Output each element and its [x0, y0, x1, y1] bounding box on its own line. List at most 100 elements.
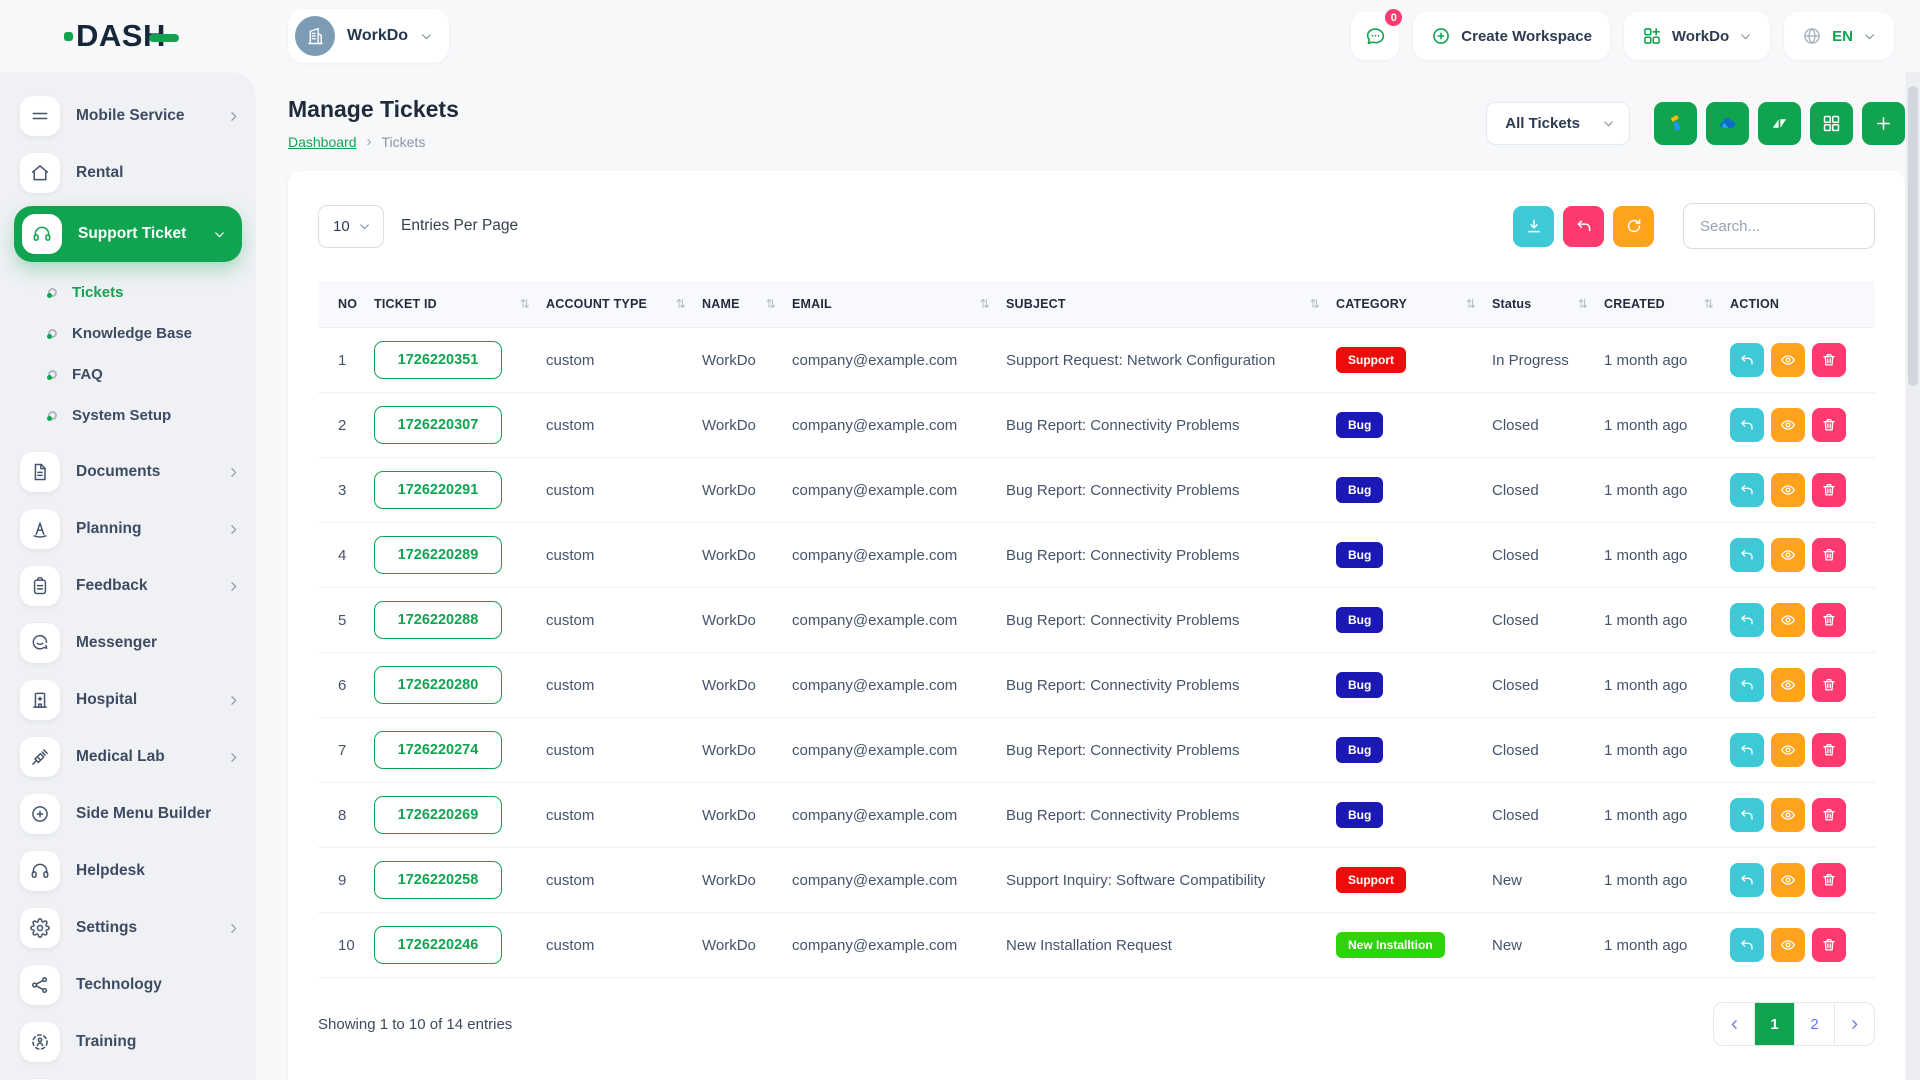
- delete-button[interactable]: [1812, 473, 1846, 507]
- grid-view-button[interactable]: [1810, 102, 1853, 145]
- delete-button[interactable]: [1812, 603, 1846, 637]
- pagination-page-2[interactable]: 2: [1794, 1003, 1834, 1045]
- column-header-status[interactable]: Status⇅: [1492, 281, 1604, 328]
- reply-button[interactable]: [1730, 603, 1764, 637]
- pagination-prev-button[interactable]: [1714, 1003, 1754, 1045]
- workspace-selector[interactable]: WorkDo: [288, 9, 449, 63]
- sidebar-subitem-faq[interactable]: FAQ: [0, 354, 256, 395]
- sidebar-item-documents[interactable]: Documents: [0, 445, 256, 499]
- app-switcher-button[interactable]: WorkDo: [1624, 12, 1770, 60]
- delete-button[interactable]: [1812, 343, 1846, 377]
- ticket-id-button[interactable]: 1726220288: [374, 601, 502, 639]
- pagination-next-button[interactable]: [1834, 1003, 1874, 1045]
- delete-button[interactable]: [1812, 668, 1846, 702]
- add-ticket-button[interactable]: [1862, 102, 1905, 145]
- sidebar-item-hospital[interactable]: Hospital: [0, 673, 256, 727]
- reply-button[interactable]: [1730, 408, 1764, 442]
- ticket-id-button[interactable]: 1726220351: [374, 341, 502, 379]
- sidebar-item-training[interactable]: Training: [0, 1015, 256, 1069]
- sort-icon: ⇅: [980, 297, 990, 311]
- ticket-id-button[interactable]: 1726220307: [374, 406, 502, 444]
- reply-button[interactable]: [1730, 798, 1764, 832]
- sidebar-item-helpdesk[interactable]: Helpdesk: [0, 844, 256, 898]
- view-button[interactable]: [1771, 473, 1805, 507]
- sidebar-item-medical-lab[interactable]: Medical Lab: [0, 730, 256, 784]
- pagination-page-1[interactable]: 1: [1754, 1003, 1794, 1045]
- file-icon: [20, 452, 60, 492]
- search-input[interactable]: [1683, 203, 1875, 249]
- view-button[interactable]: [1771, 668, 1805, 702]
- view-button[interactable]: [1771, 408, 1805, 442]
- column-header-ticket-id[interactable]: TICKET ID⇅: [374, 281, 546, 328]
- sidebar-item-side-menu-builder[interactable]: Side Menu Builder: [0, 787, 256, 841]
- delete-button[interactable]: [1812, 863, 1846, 897]
- sidebar-item-messenger[interactable]: Messenger: [0, 616, 256, 670]
- plus-circle-icon: [20, 794, 60, 834]
- reply-button[interactable]: [1730, 928, 1764, 962]
- view-button[interactable]: [1771, 343, 1805, 377]
- ticket-id-button[interactable]: 1726220280: [374, 666, 502, 704]
- export-button[interactable]: [1513, 206, 1554, 247]
- create-workspace-button[interactable]: Create Workspace: [1413, 12, 1610, 60]
- reply-button[interactable]: [1730, 473, 1764, 507]
- ticket-id-button[interactable]: 1726220291: [374, 471, 502, 509]
- column-header-category[interactable]: CATEGORY⇅: [1336, 281, 1492, 328]
- trash-icon: [1821, 612, 1837, 628]
- column-header-email[interactable]: EMAIL⇅: [792, 281, 1006, 328]
- refresh-button[interactable]: [1613, 206, 1654, 247]
- delete-button[interactable]: [1812, 928, 1846, 962]
- sidebar-item-rental[interactable]: Rental: [0, 146, 256, 200]
- sidebar-item-technology[interactable]: Technology: [0, 958, 256, 1012]
- messages-button[interactable]: 0: [1351, 12, 1399, 60]
- column-header-name[interactable]: NAME⇅: [702, 281, 792, 328]
- onedrive-button[interactable]: [1706, 102, 1749, 145]
- sidebar-item-mobile-service[interactable]: Mobile Service: [0, 89, 256, 143]
- language-selector[interactable]: EN: [1784, 12, 1894, 60]
- row-number: 5: [318, 588, 374, 653]
- google-adsense-button[interactable]: [1654, 102, 1697, 145]
- column-header-account-type[interactable]: ACCOUNT TYPE⇅: [546, 281, 702, 328]
- reply-button[interactable]: [1730, 733, 1764, 767]
- delete-button[interactable]: [1812, 408, 1846, 442]
- column-header-created[interactable]: CREATED⇅: [1604, 281, 1730, 328]
- sidebar-item-settings[interactable]: Settings: [0, 901, 256, 955]
- view-button[interactable]: [1771, 798, 1805, 832]
- ticket-id-button[interactable]: 1726220289: [374, 536, 502, 574]
- view-button[interactable]: [1771, 538, 1805, 572]
- sidebar-subitem-system-setup[interactable]: System Setup: [0, 395, 256, 436]
- column-header-subject[interactable]: SUBJECT⇅: [1006, 281, 1336, 328]
- sidebar-item-support-ticket[interactable]: Support Ticket: [14, 206, 242, 262]
- ticket-filter-select[interactable]: All Tickets: [1486, 102, 1630, 145]
- breadcrumb: Dashboard › Tickets: [288, 133, 459, 150]
- page-scrollbar[interactable]: [1906, 72, 1920, 1080]
- view-button[interactable]: [1771, 928, 1805, 962]
- view-button[interactable]: [1771, 733, 1805, 767]
- breadcrumb-dashboard-link[interactable]: Dashboard: [288, 134, 357, 150]
- view-button[interactable]: [1771, 863, 1805, 897]
- chevron-right-icon: [227, 110, 240, 123]
- ticket-id-button[interactable]: 1726220274: [374, 731, 502, 769]
- delete-button[interactable]: [1812, 798, 1846, 832]
- reply-button[interactable]: [1730, 538, 1764, 572]
- sidebar-item-label: Settings: [76, 919, 137, 937]
- sidebar-subitem-knowledge-base[interactable]: Knowledge Base: [0, 313, 256, 354]
- zendesk-button[interactable]: [1758, 102, 1801, 145]
- ticket-id-button[interactable]: 1726220258: [374, 861, 502, 899]
- ticket-id-button[interactable]: 1726220246: [374, 926, 502, 964]
- chevron-right-icon: [227, 580, 240, 593]
- sidebar-subitem-tickets[interactable]: Tickets: [0, 272, 256, 313]
- delete-button[interactable]: [1812, 733, 1846, 767]
- reply-button[interactable]: [1730, 668, 1764, 702]
- sidebar-item-feedback[interactable]: Feedback: [0, 559, 256, 613]
- reply-button[interactable]: [1730, 863, 1764, 897]
- reply-button[interactable]: [1730, 343, 1764, 377]
- sidebar-item-label: Helpdesk: [76, 862, 145, 880]
- sidebar-item-planning[interactable]: Planning: [0, 502, 256, 556]
- status-cell: Closed: [1492, 653, 1604, 718]
- view-button[interactable]: [1771, 603, 1805, 637]
- entries-per-page-select[interactable]: 10: [318, 205, 384, 248]
- delete-button[interactable]: [1812, 538, 1846, 572]
- scrollbar-thumb[interactable]: [1908, 86, 1918, 386]
- undo-button[interactable]: [1563, 206, 1604, 247]
- ticket-id-button[interactable]: 1726220269: [374, 796, 502, 834]
